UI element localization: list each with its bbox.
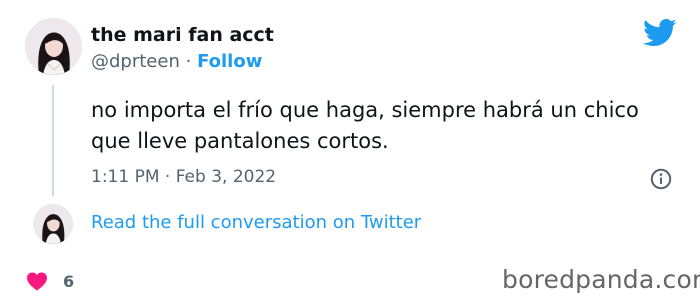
author-avatar[interactable] [25, 18, 82, 75]
tweet-card: the mari fan acct @dprteen · Follow no i… [0, 0, 700, 308]
avatar-portrait [33, 204, 73, 244]
thread-line [52, 85, 54, 196]
handle-separator: · [185, 51, 192, 72]
boredpanda-watermark: boredpanda.com [502, 265, 700, 294]
follow-link[interactable]: Follow [197, 51, 262, 72]
conversation-avatar[interactable] [33, 204, 73, 244]
heart-icon[interactable] [26, 271, 48, 291]
author-handle[interactable]: @dprteen [91, 51, 180, 72]
tweet-timestamp[interactable]: 1:11 PM · Feb 3, 2022 [91, 167, 276, 187]
like-count: 6 [63, 272, 75, 291]
author-display-name[interactable]: the mari fan acct [91, 24, 274, 46]
read-conversation-link[interactable]: Read the full conversation on Twitter [91, 212, 421, 233]
info-icon[interactable] [650, 168, 672, 190]
avatar-portrait [25, 18, 82, 75]
author-handle-row: @dprteen · Follow [91, 51, 262, 72]
twitter-bird-icon[interactable] [643, 18, 677, 48]
tweet-text: no importa el frío que haga, siempre hab… [91, 98, 639, 153]
